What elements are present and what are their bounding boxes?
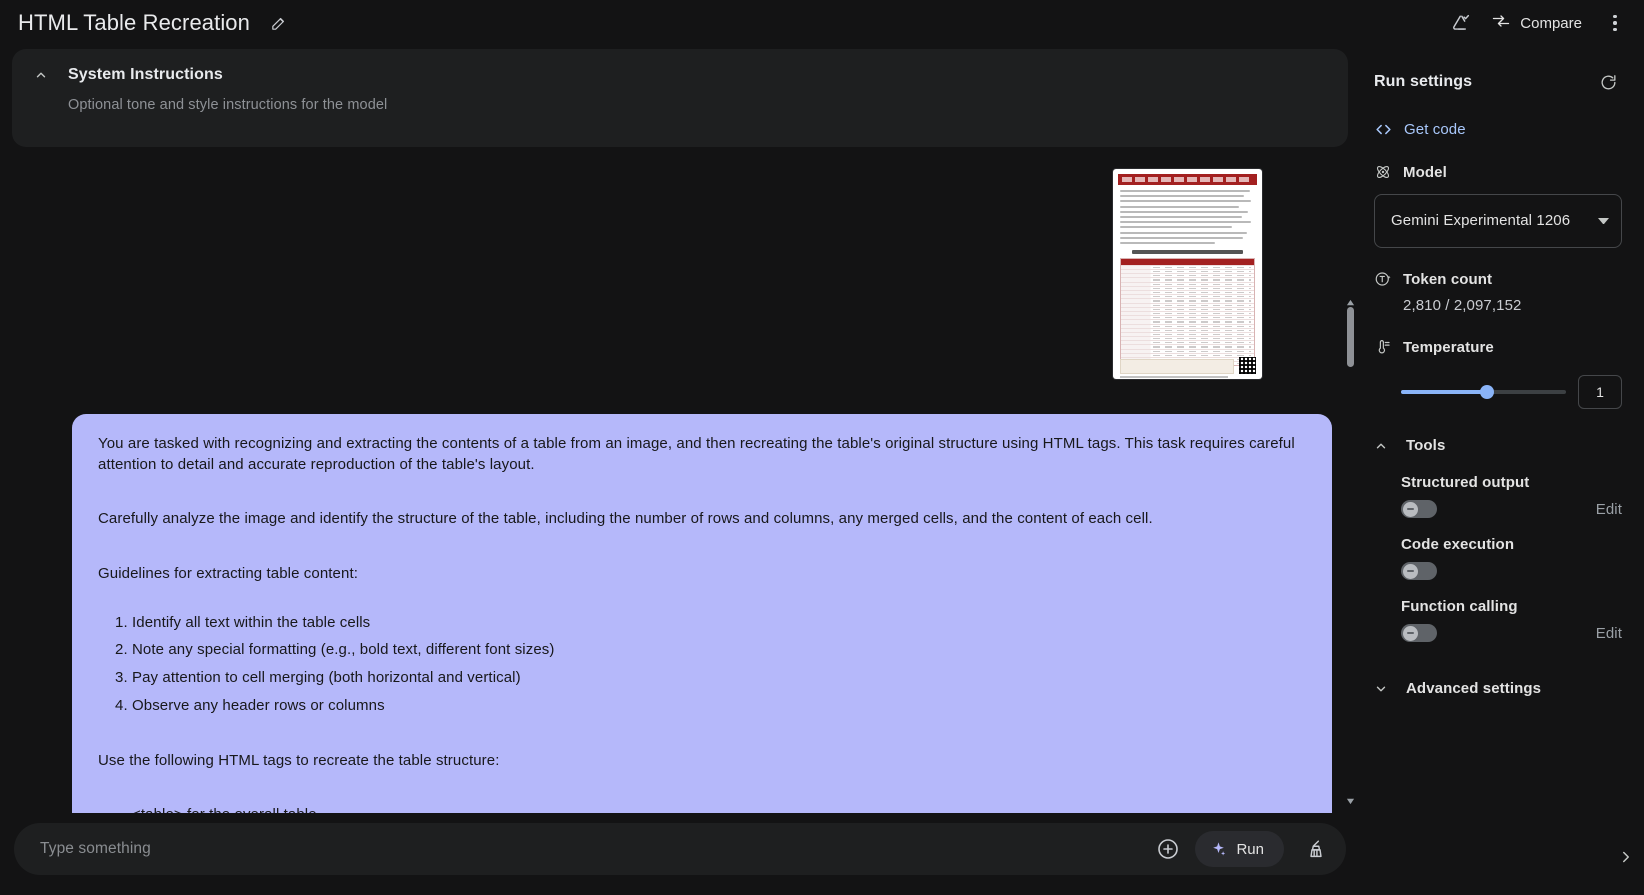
tool-name: Structured output bbox=[1401, 474, 1530, 491]
prompt-paragraph-1: You are tasked with recognizing and extr… bbox=[98, 435, 1295, 473]
document-header-band bbox=[1118, 174, 1257, 185]
chevron-up-icon bbox=[34, 68, 48, 82]
system-instructions-title: System Instructions bbox=[68, 66, 223, 83]
tools-section-header[interactable]: Tools bbox=[1374, 437, 1622, 454]
conversation-scrollbar[interactable] bbox=[1345, 295, 1356, 805]
chevron-up-icon bbox=[1374, 439, 1388, 453]
advanced-settings-header[interactable]: Advanced settings bbox=[1374, 680, 1622, 697]
run-button[interactable]: Run bbox=[1195, 831, 1284, 867]
prompt-input-bar[interactable]: Run bbox=[14, 823, 1346, 875]
page-title: HTML Table Recreation bbox=[18, 10, 250, 35]
system-instructions-header[interactable]: System Instructions bbox=[34, 66, 1326, 84]
structured-output-edit-button[interactable]: Edit bbox=[1596, 501, 1622, 518]
list-item: Observe any header rows or columns bbox=[132, 696, 1306, 717]
system-instructions-card[interactable]: System Instructions Optional tone and st… bbox=[12, 49, 1348, 147]
center-column: System Instructions Optional tone and st… bbox=[0, 46, 1360, 895]
prompt-input-area: Run bbox=[0, 813, 1360, 895]
document-body-lines bbox=[1120, 190, 1255, 244]
run-settings-header: Run settings bbox=[1374, 68, 1622, 96]
tool-controls: Edit bbox=[1401, 500, 1622, 518]
tool-name: Function calling bbox=[1401, 598, 1518, 615]
save-to-drive-icon[interactable] bbox=[1446, 8, 1476, 38]
broom-icon[interactable] bbox=[1298, 831, 1334, 867]
temperature-row: Temperature bbox=[1374, 338, 1622, 356]
conversation-scroll: You are tasked with recognizing and extr… bbox=[0, 147, 1360, 813]
tool-controls: Edit bbox=[1401, 624, 1622, 642]
prompt-text-input[interactable] bbox=[40, 840, 1146, 858]
caret-down-icon bbox=[1598, 218, 1609, 224]
tool-controls bbox=[1401, 562, 1622, 580]
list-item: <table> for the overall table bbox=[132, 805, 1306, 813]
scroll-up-arrow-icon[interactable] bbox=[1346, 295, 1355, 306]
system-instructions-placeholder[interactable]: Optional tone and style instructions for… bbox=[68, 97, 1326, 113]
top-bar-actions: Compare bbox=[1446, 5, 1630, 41]
run-settings-panel: Run settings Get code Model Gemini Exper… bbox=[1360, 46, 1644, 895]
temperature-label: Temperature bbox=[1403, 338, 1494, 356]
list-item: Note any special formatting (e.g., bold … bbox=[132, 640, 1306, 661]
main-body: System Instructions Optional tone and st… bbox=[0, 46, 1644, 895]
prompt-tags-list: <table> for the overall table bbox=[98, 805, 1306, 813]
list-item: Identify all text within the table cells bbox=[132, 613, 1306, 634]
tool-structured-output: Structured output Edit bbox=[1401, 474, 1622, 518]
run-settings-title: Run settings bbox=[1374, 73, 1473, 90]
get-code-label: Get code bbox=[1404, 121, 1466, 138]
model-atom-icon bbox=[1374, 163, 1392, 181]
code-brackets-icon bbox=[1374, 120, 1393, 139]
code-execution-toggle[interactable] bbox=[1401, 562, 1437, 580]
compare-arrows-icon bbox=[1491, 11, 1511, 35]
tool-code-execution: Code execution bbox=[1401, 536, 1622, 580]
prompt-paragraph-2: Carefully analyze the image and identify… bbox=[98, 510, 1153, 528]
thermostat-icon bbox=[1374, 338, 1392, 356]
advanced-settings-label: Advanced settings bbox=[1406, 680, 1542, 697]
scrollbar-thumb[interactable] bbox=[1347, 307, 1354, 367]
temperature-value-input[interactable]: 1 bbox=[1578, 375, 1622, 409]
scroll-down-arrow-icon[interactable] bbox=[1346, 792, 1355, 805]
model-label: Model bbox=[1403, 163, 1447, 181]
temperature-controls: 1 bbox=[1401, 375, 1622, 409]
ai-studio-app: HTML Table Recreation Compare System Ins… bbox=[0, 0, 1644, 895]
get-code-button[interactable]: Get code bbox=[1374, 120, 1466, 139]
function-calling-edit-button[interactable]: Edit bbox=[1596, 625, 1622, 642]
run-button-label: Run bbox=[1236, 840, 1264, 858]
list-item: Pay attention to cell merging (both hori… bbox=[132, 668, 1306, 689]
chevron-right-icon[interactable] bbox=[1614, 845, 1638, 869]
refresh-icon[interactable] bbox=[1594, 68, 1622, 96]
function-calling-toggle[interactable] bbox=[1401, 624, 1437, 642]
token-count-label: Token count bbox=[1403, 270, 1493, 288]
document-footer-strip bbox=[1120, 359, 1234, 374]
model-selected-value: Gemini Experimental 1206 bbox=[1391, 212, 1571, 230]
attachment-row bbox=[0, 147, 1346, 379]
prompt-guidelines-list: Identify all text within the table cells… bbox=[98, 613, 1306, 717]
chevron-down-icon bbox=[1374, 682, 1388, 696]
prompt-paragraph-4: Use the following HTML tags to recreate … bbox=[98, 751, 500, 769]
document-table bbox=[1120, 257, 1255, 367]
top-bar: HTML Table Recreation Compare bbox=[0, 0, 1644, 46]
token-icon bbox=[1374, 270, 1392, 288]
token-count-value: 2,810 / 2,097,152 bbox=[1403, 297, 1522, 314]
compare-label: Compare bbox=[1520, 14, 1582, 32]
conversation-area: You are tasked with recognizing and extr… bbox=[0, 147, 1360, 813]
more-vert-icon[interactable] bbox=[1600, 8, 1630, 38]
title-area: HTML Table Recreation bbox=[18, 8, 294, 38]
scrollbar-track[interactable] bbox=[1345, 295, 1356, 801]
structured-output-toggle[interactable] bbox=[1401, 500, 1437, 518]
document-table-caption bbox=[1132, 249, 1243, 254]
model-select-dropdown[interactable]: Gemini Experimental 1206 bbox=[1374, 194, 1622, 248]
temperature-slider[interactable] bbox=[1401, 383, 1566, 401]
user-prompt-bubble[interactable]: You are tasked with recognizing and extr… bbox=[72, 414, 1332, 813]
slider-knob[interactable] bbox=[1479, 385, 1494, 399]
plus-circle-icon[interactable] bbox=[1151, 832, 1185, 866]
compare-button[interactable]: Compare bbox=[1482, 5, 1594, 41]
tools-label: Tools bbox=[1406, 437, 1446, 454]
sparkle-icon bbox=[1210, 841, 1227, 858]
model-row: Model bbox=[1374, 163, 1622, 181]
qr-code-icon bbox=[1239, 357, 1256, 374]
slider-fill bbox=[1401, 390, 1487, 394]
prompt-paragraph-3: Guidelines for extracting table content: bbox=[98, 565, 358, 583]
token-count-row: Token count bbox=[1374, 270, 1622, 288]
tool-name: Code execution bbox=[1401, 536, 1515, 553]
uploaded-document-thumbnail[interactable] bbox=[1113, 169, 1262, 379]
tool-function-calling: Function calling Edit bbox=[1401, 598, 1622, 642]
pencil-icon[interactable] bbox=[264, 8, 294, 38]
